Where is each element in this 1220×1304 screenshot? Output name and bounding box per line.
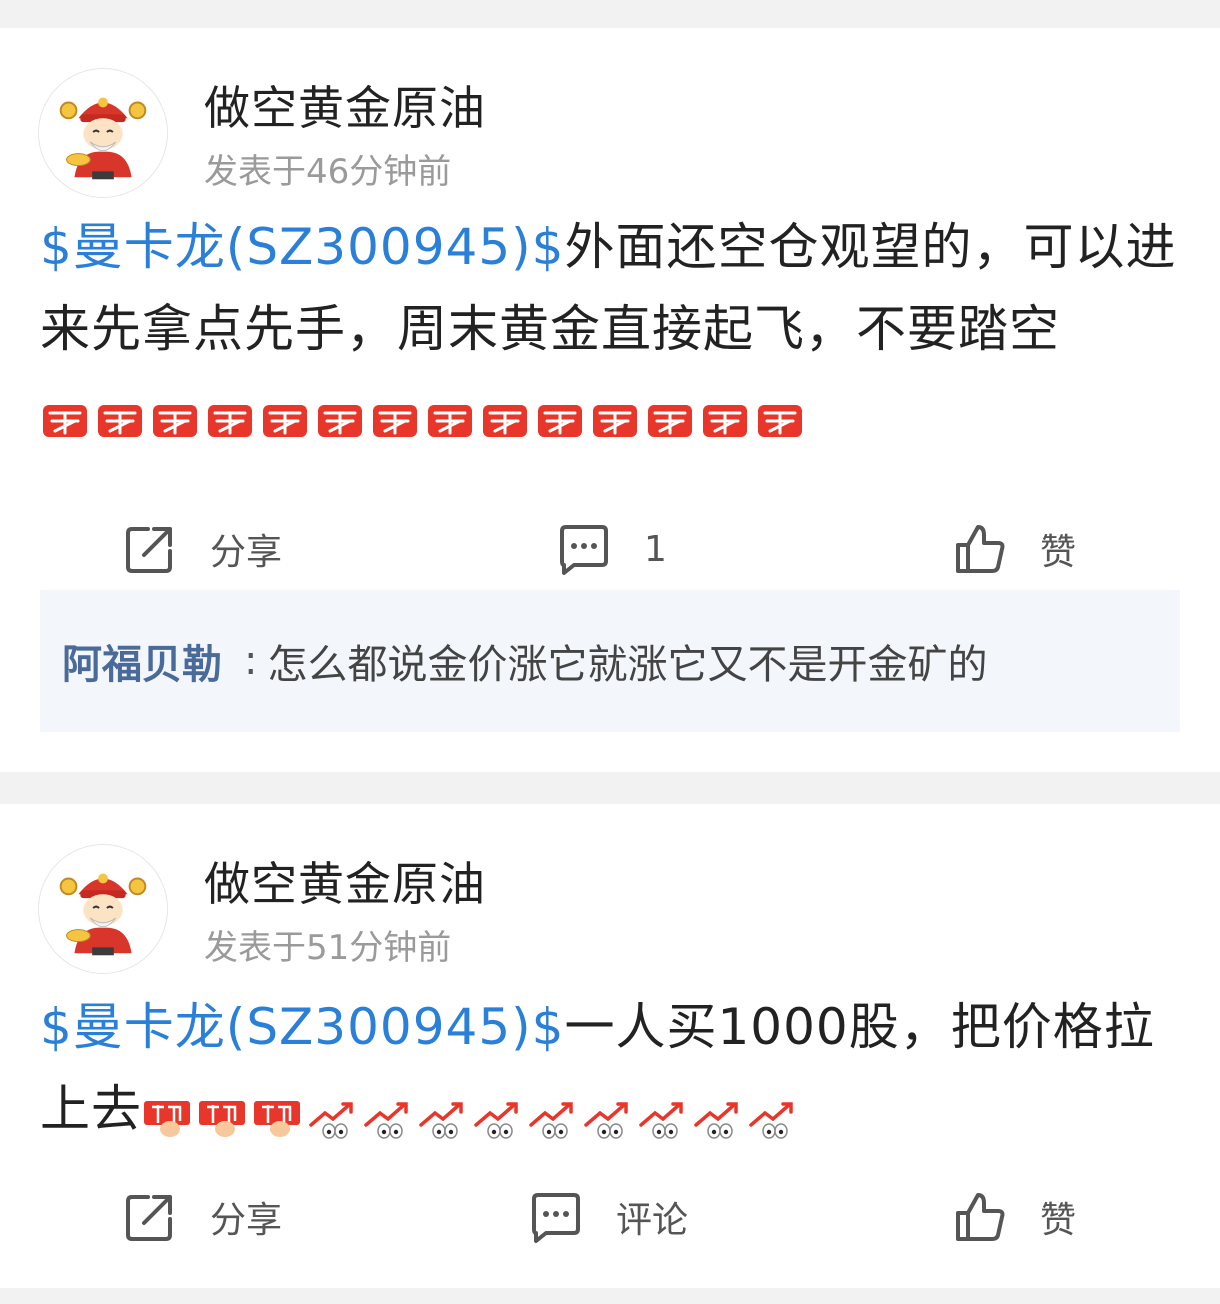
buy-emoji xyxy=(40,401,90,441)
emoji-row xyxy=(142,1074,802,1156)
comment-button[interactable]: 评论 xyxy=(528,1182,688,1252)
post-content[interactable]: $曼卡龙(SZ300945)$一人买1000股，把价格拉上去 xyxy=(40,986,1180,1156)
buy-emoji xyxy=(645,401,695,441)
rising-eyes-emoji xyxy=(362,1099,412,1139)
like-button[interactable]: 赞 xyxy=(952,1182,1076,1252)
comment-icon xyxy=(528,1189,584,1245)
rising-eyes-emoji xyxy=(307,1099,357,1139)
avatar[interactable] xyxy=(38,844,168,974)
buy-emoji xyxy=(95,401,145,441)
buy-emoji xyxy=(425,401,475,441)
post-card[interactable]: 做空黄金原油 发表于51分钟前 $曼卡龙(SZ300945)$一人买1000股，… xyxy=(0,804,1220,1288)
post-card[interactable]: 做空黄金原油 发表于46分钟前 $曼卡龙(SZ300945)$外面还空仓观望的，… xyxy=(0,28,1220,772)
emoji-row xyxy=(40,376,810,458)
top-spacer xyxy=(0,0,1220,28)
buy-emoji xyxy=(700,401,750,441)
buy-emoji xyxy=(535,401,585,441)
comment-button[interactable]: 1 xyxy=(556,514,667,584)
grab-emoji xyxy=(197,1099,247,1139)
post-time: 发表于51分钟前 xyxy=(204,928,452,968)
comment-count: 1 xyxy=(644,528,667,570)
comment-text: 怎么都说金价涨它就涨它又不是开金矿的 xyxy=(267,642,988,688)
action-bar: 分享 1 赞 xyxy=(0,514,1220,584)
share-icon xyxy=(122,1189,178,1245)
buy-emoji xyxy=(150,401,200,441)
comment-preview[interactable]: 阿福贝勒 : 怎么都说金价涨它就涨它又不是开金矿的 xyxy=(40,590,1180,732)
comment-separator: : xyxy=(244,638,258,684)
avatar[interactable] xyxy=(38,68,168,198)
bottom-spacer xyxy=(0,1288,1220,1304)
share-button[interactable]: 分享 xyxy=(122,1182,282,1252)
stock-tag-link[interactable]: $曼卡龙(SZ300945)$ xyxy=(40,998,565,1056)
god-of-wealth-avatar-icon xyxy=(39,845,167,973)
thumbs-up-icon xyxy=(952,521,1008,577)
grab-emoji xyxy=(142,1099,192,1139)
comment-label: 评论 xyxy=(616,1200,689,1241)
like-label: 赞 xyxy=(1040,532,1077,573)
buy-emoji xyxy=(755,401,805,441)
share-label: 分享 xyxy=(210,1200,283,1241)
share-button[interactable]: 分享 xyxy=(122,514,282,584)
buy-emoji xyxy=(315,401,365,441)
grab-emoji xyxy=(252,1099,302,1139)
buy-emoji xyxy=(590,401,640,441)
author-name[interactable]: 做空黄金原油 xyxy=(204,72,486,138)
rising-eyes-emoji xyxy=(747,1099,797,1139)
commenter-name[interactable]: 阿福贝勒 xyxy=(62,632,222,690)
share-label: 分享 xyxy=(210,532,283,573)
share-icon xyxy=(122,521,178,577)
post-content[interactable]: $曼卡龙(SZ300945)$外面还空仓观望的，可以进来先拿点先手，周末黄金直接… xyxy=(40,206,1180,458)
buy-emoji xyxy=(480,401,530,441)
buy-emoji xyxy=(205,401,255,441)
stock-tag-link[interactable]: $曼卡龙(SZ300945)$ xyxy=(40,218,565,276)
thumbs-up-icon xyxy=(952,1189,1008,1245)
buy-emoji xyxy=(260,401,310,441)
like-label: 赞 xyxy=(1040,1200,1077,1241)
comment-icon xyxy=(556,521,612,577)
rising-eyes-emoji xyxy=(527,1099,577,1139)
rising-eyes-emoji xyxy=(582,1099,632,1139)
rising-eyes-emoji xyxy=(417,1099,467,1139)
post-time: 发表于46分钟前 xyxy=(204,152,452,192)
like-button[interactable]: 赞 xyxy=(952,514,1076,584)
buy-emoji xyxy=(370,401,420,441)
author-name[interactable]: 做空黄金原油 xyxy=(204,848,486,914)
rising-eyes-emoji xyxy=(692,1099,742,1139)
action-bar: 分享 评论 赞 xyxy=(0,1182,1220,1252)
god-of-wealth-avatar-icon xyxy=(39,69,167,197)
rising-eyes-emoji xyxy=(637,1099,687,1139)
rising-eyes-emoji xyxy=(472,1099,522,1139)
